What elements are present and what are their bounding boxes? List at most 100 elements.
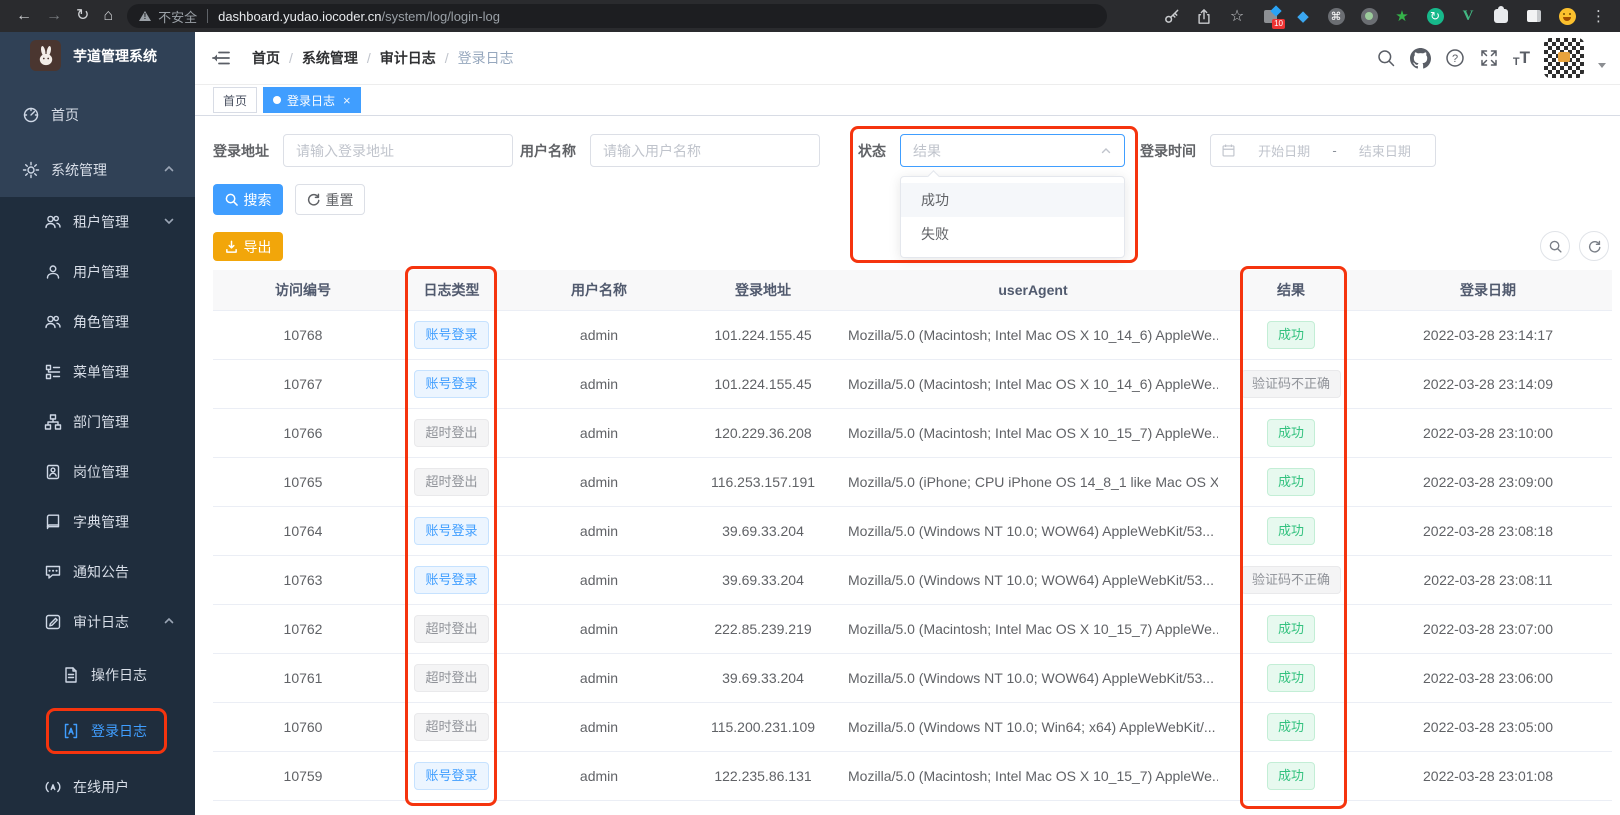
cell-ip: 101.224.155.45 — [688, 359, 838, 409]
fullscreen-icon[interactable] — [1479, 48, 1499, 68]
app-logo[interactable]: 芋道管理系统 — [0, 32, 195, 79]
cell-id: 10761 — [213, 653, 393, 703]
col-header-id: 访问编号 — [213, 270, 393, 311]
avatar[interactable] — [1544, 38, 1584, 78]
cell-ip: 122.235.86.131 — [688, 751, 838, 801]
cell-log-type: 账号登录 — [393, 506, 510, 556]
cell-date: 2022-03-28 23:05:00 — [1364, 702, 1612, 752]
table-row[interactable]: 10766 超时登出 admin 120.229.36.208 Mozilla/… — [213, 408, 1612, 458]
sidebar-item-dict[interactable]: 字典管理 — [0, 497, 195, 547]
table-row[interactable]: 10768 账号登录 admin 101.224.155.45 Mozilla/… — [213, 310, 1612, 360]
help-icon[interactable]: ? — [1445, 48, 1465, 68]
github-icon[interactable] — [1409, 47, 1431, 69]
login-time-label: 登录时间 — [1140, 142, 1196, 159]
sidebar-item-online-user[interactable]: 在线用户 — [0, 759, 195, 815]
search-icon[interactable] — [1376, 48, 1396, 68]
reload-icon[interactable]: ↻ — [76, 8, 89, 24]
extension-record-icon[interactable] — [1360, 7, 1378, 25]
table-row[interactable]: 10761 超时登出 admin 39.69.33.204 Mozilla/5.… — [213, 653, 1612, 703]
extension-star-icon[interactable]: ★ — [1393, 7, 1411, 25]
extension-refresh-icon[interactable]: ↻ — [1426, 7, 1444, 25]
table-row[interactable]: 10764 账号登录 admin 39.69.33.204 Mozilla/5.… — [213, 506, 1612, 556]
extension-badge-icon[interactable]: 10 — [1261, 7, 1285, 29]
tab-home[interactable]: 首页 — [213, 87, 258, 113]
date-range-picker[interactable]: 开始日期 - 结束日期 — [1210, 134, 1436, 167]
extension-command-icon[interactable]: ⌘ — [1327, 7, 1345, 25]
extensions-puzzle-icon[interactable] — [1492, 6, 1510, 25]
cell-username: admin — [510, 506, 688, 556]
vue-devtools-icon[interactable]: V — [1459, 7, 1477, 25]
sidebar-item-role[interactable]: 角色管理 — [0, 297, 195, 347]
forward-icon[interactable]: → — [46, 8, 62, 24]
sidebar-item-post[interactable]: 岗位管理 — [0, 447, 195, 497]
table-row[interactable]: 10763 账号登录 admin 39.69.33.204 Mozilla/5.… — [213, 555, 1612, 605]
result-tag: 成功 — [1266, 712, 1315, 741]
tag-dot — [273, 96, 282, 104]
tab-login-log[interactable]: 登录日志 × — [263, 87, 361, 113]
cell-user-agent: Mozilla/5.0 (Windows NT 10.0; WOW64) App… — [838, 506, 1218, 556]
breadcrumb-system[interactable]: 系统管理 — [302, 48, 358, 68]
table-search-toggle-button[interactable] — [1540, 231, 1570, 261]
reset-button[interactable]: 重置 — [295, 184, 365, 215]
status-select[interactable]: 结果 — [900, 134, 1125, 167]
result-tag: 成功 — [1266, 467, 1315, 496]
username-input[interactable] — [590, 134, 820, 167]
cell-date: 2022-03-28 23:06:00 — [1364, 653, 1612, 703]
table-row[interactable]: 10767 账号登录 admin 101.224.155.45 Mozilla/… — [213, 359, 1612, 409]
home-icon[interactable]: ⌂ — [103, 8, 113, 24]
table-row[interactable]: 10759 账号登录 admin 122.235.86.131 Mozilla/… — [213, 751, 1612, 801]
cell-date: 2022-03-28 23:08:18 — [1364, 506, 1612, 556]
table-row[interactable]: 10762 超时登出 admin 222.85.239.219 Mozilla/… — [213, 604, 1612, 654]
back-icon[interactable]: ← — [16, 8, 32, 24]
sidebar-fold-icon[interactable] — [212, 50, 230, 66]
cell-id: 10764 — [213, 506, 393, 556]
avatar-caret-icon[interactable] — [1598, 62, 1606, 68]
window-split-icon[interactable] — [1525, 7, 1543, 25]
cell-result: 成功 — [1218, 653, 1364, 703]
search-button[interactable]: 搜索 — [213, 184, 283, 215]
bookmark-star-icon[interactable]: ☆ — [1228, 7, 1246, 25]
extension-diamond-icon[interactable]: ◆ — [1294, 7, 1312, 25]
table-refresh-button[interactable] — [1579, 231, 1609, 261]
url-bar[interactable]: 不安全 dashboard.yudao.iocoder.cn/system/lo… — [127, 4, 1108, 28]
sidebar-item-tenant[interactable]: 租户管理 — [0, 197, 195, 247]
share-icon[interactable] — [1195, 7, 1213, 25]
table-row[interactable]: 10760 超时登出 admin 115.200.231.109 Mozilla… — [213, 702, 1612, 752]
login-address-input[interactable] — [283, 134, 513, 167]
sidebar-item-user[interactable]: 用户管理 — [0, 247, 195, 297]
status-option-success[interactable]: 成功 — [901, 183, 1124, 217]
sidebar-item-menu[interactable]: 菜单管理 — [0, 347, 195, 397]
cell-ip: 120.229.36.208 — [688, 408, 838, 458]
sidebar-item-login-log[interactable]: 登录日志 — [0, 703, 195, 759]
browser-menu-icon[interactable]: ⋮ — [1591, 7, 1606, 25]
cell-user-agent: Mozilla/5.0 (iPhone; CPU iPhone OS 14_8_… — [838, 457, 1218, 507]
cell-date: 2022-03-28 23:01:08 — [1364, 751, 1612, 801]
cell-id: 10760 — [213, 702, 393, 752]
sidebar-item-audit-log[interactable]: 审计日志 — [0, 597, 195, 647]
font-size-icon[interactable]: TT — [1513, 48, 1530, 68]
cell-log-type: 账号登录 — [393, 751, 510, 801]
key-icon[interactable] — [1162, 7, 1180, 25]
sidebar-item-dept[interactable]: 部门管理 — [0, 397, 195, 447]
url-text: dashboard.yudao.iocoder.cn/system/log/lo… — [218, 8, 500, 24]
sidebar-item-home[interactable]: 首页 — [0, 87, 195, 142]
export-button[interactable]: 导出 — [213, 232, 283, 261]
sidebar-item-operate-log[interactable]: 操作日志 — [0, 647, 195, 703]
sidebar-item-notice[interactable]: 通知公告 — [0, 547, 195, 597]
cell-ip: 39.69.33.204 — [688, 555, 838, 605]
breadcrumb-audit[interactable]: 审计日志 — [380, 48, 436, 68]
result-tag: 成功 — [1266, 614, 1315, 643]
log-type-tag: 超时登出 — [414, 418, 489, 447]
status-option-fail[interactable]: 失败 — [901, 217, 1124, 251]
cell-ip: 39.69.33.204 — [688, 653, 838, 703]
sidebar-item-system[interactable]: 系统管理 — [0, 142, 195, 197]
extension-badge-count: 10 — [1272, 19, 1285, 29]
cell-date: 2022-03-28 23:08:11 — [1364, 555, 1612, 605]
profile-emoji-icon[interactable] — [1558, 7, 1576, 25]
table-row[interactable]: 10765 超时登出 admin 116.253.157.191 Mozilla… — [213, 457, 1612, 507]
cell-user-agent: Mozilla/5.0 (Macintosh; Intel Mac OS X 1… — [838, 408, 1218, 458]
online-user-icon — [44, 778, 62, 796]
result-tag: 成功 — [1266, 320, 1315, 349]
close-icon[interactable]: × — [343, 93, 351, 108]
breadcrumb-home[interactable]: 首页 — [252, 48, 280, 68]
